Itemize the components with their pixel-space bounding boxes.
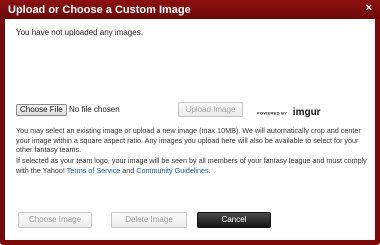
dialog-content: You have not uploaded any images. Choose…: [5, 19, 375, 240]
team-logo-notice: If selected as your team logo, your imag…: [16, 156, 368, 175]
upload-info-text: You may select an existing image or uplo…: [16, 126, 361, 154]
community-guidelines-link[interactable]: Community Guidelines: [136, 166, 208, 175]
dialog-title: Upload or Choose a Custom Image: [8, 4, 191, 16]
choose-file-button[interactable]: Choose File: [16, 104, 67, 116]
powered-by-text: POWERED BY: [257, 110, 288, 116]
file-status-text: No file chosen: [69, 105, 120, 114]
powered-by-imgur-logo: POWERED BY imgur: [257, 104, 321, 119]
and-text: and: [122, 165, 135, 175]
close-icon[interactable]: ×: [366, 2, 372, 15]
choose-image-button[interactable]: Choose Image: [18, 212, 92, 228]
imgur-logo: imgur: [292, 107, 321, 119]
no-images-message: You have not uploaded any images.: [16, 28, 143, 37]
notice-period: .: [208, 165, 211, 175]
cancel-button[interactable]: Cancel: [197, 212, 271, 228]
upload-image-dialog: Upload or Choose a Custom Image × You ha…: [0, 0, 380, 245]
upload-image-button[interactable]: Upload Image: [178, 102, 243, 117]
terms-of-service-link[interactable]: Terms of Service: [67, 166, 121, 175]
dialog-titlebar: Upload or Choose a Custom Image ×: [0, 0, 380, 19]
delete-image-button[interactable]: Delete Image: [111, 212, 187, 228]
